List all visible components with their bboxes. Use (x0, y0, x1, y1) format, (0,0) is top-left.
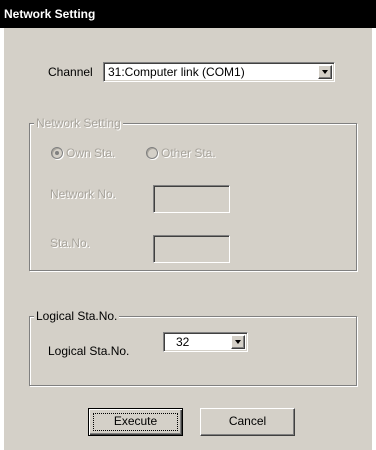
cancel-button-label: Cancel (228, 414, 267, 428)
own-sta-radio[interactable] (51, 147, 63, 159)
channel-dropdown[interactable]: 31:Computer link (COM1) (103, 62, 335, 82)
other-sta-radio[interactable] (146, 147, 158, 159)
sta-no-label: Sta.No. (50, 236, 91, 250)
execute-button-label: Execute (113, 414, 158, 428)
network-no-label: Network No. (50, 187, 117, 201)
logical-sta-label: Logical Sta.No. (48, 344, 130, 358)
sta-no-field[interactable] (153, 235, 230, 263)
logical-sta-selected-value: 32 (176, 335, 190, 349)
dialog-body: Channel 31:Computer link (COM1) Network … (4, 28, 372, 450)
channel-label: Channel (48, 65, 93, 79)
own-sta-label: Own Sta. (66, 146, 116, 160)
channel-selected-value: 31:Computer link (COM1) (108, 65, 245, 79)
cancel-button[interactable]: Cancel (200, 408, 295, 436)
logical-sta-dropdown-arrow-icon[interactable] (231, 335, 245, 349)
channel-dropdown-arrow-icon[interactable] (318, 65, 332, 79)
logical-sta-dropdown[interactable]: 32 (163, 332, 248, 352)
radio-selected-dot-icon (55, 151, 59, 155)
network-setting-group-title: Network Setting (34, 116, 123, 130)
network-no-field[interactable] (153, 185, 230, 213)
logical-sta-group-title: Logical Sta.No. (34, 309, 120, 323)
other-sta-label: Other Sta. (161, 146, 216, 160)
window-title: Network Setting (0, 0, 376, 28)
execute-button[interactable]: Execute (88, 408, 183, 436)
